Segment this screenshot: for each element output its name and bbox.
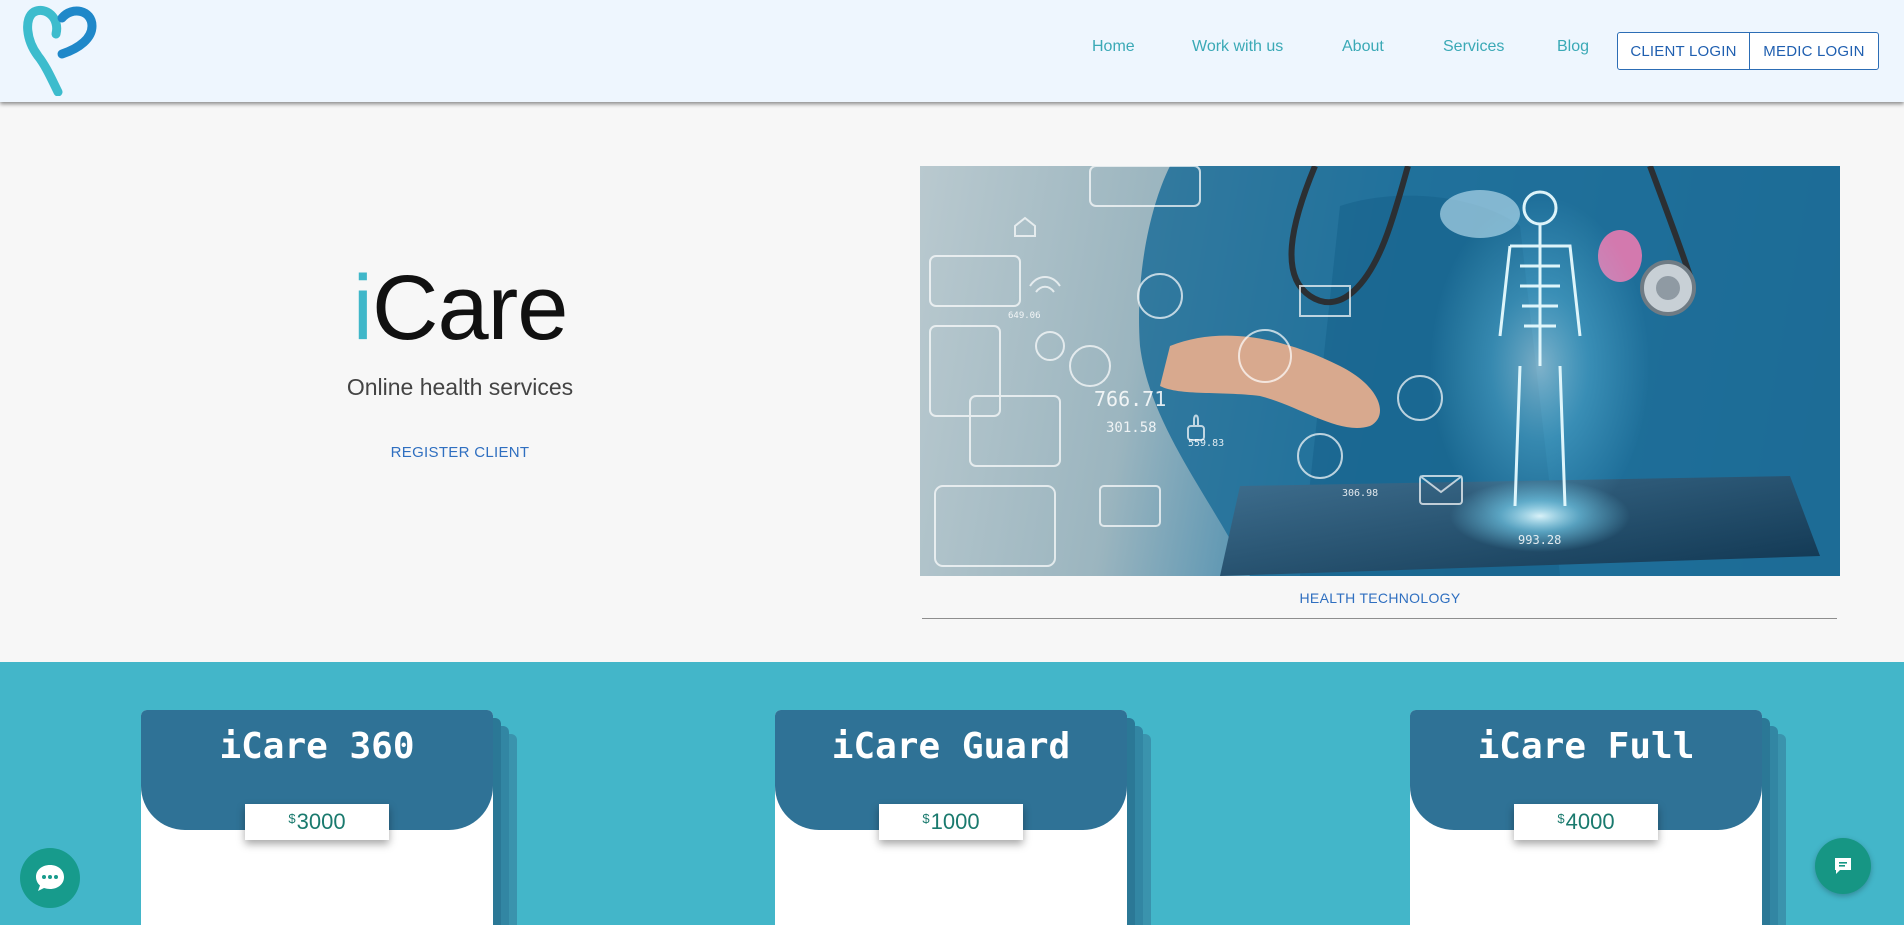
readout-3: 301.58 xyxy=(1106,420,1157,436)
plan-card-icare-full[interactable]: iCare Full $4000 xyxy=(1410,710,1786,925)
readout-2: 766.71 xyxy=(1094,387,1166,411)
medic-login-button[interactable]: MEDIC LOGIN xyxy=(1750,33,1878,69)
heart-logo-icon[interactable] xyxy=(20,4,100,96)
card-face: iCare 360 $3000 xyxy=(141,710,493,925)
register-client-button[interactable]: REGISTER CLIENT xyxy=(360,444,560,461)
readout-6: 993.28 xyxy=(1518,533,1561,547)
plan-price: $3000 xyxy=(245,804,389,840)
message-icon xyxy=(1835,858,1851,874)
hero-image-caption[interactable]: HEALTH TECHNOLOGY xyxy=(920,590,1840,606)
nav-work-with-us[interactable]: Work with us xyxy=(1192,38,1283,56)
price-amount: 4000 xyxy=(1565,809,1615,834)
plan-card-icare-guard[interactable]: iCare Guard $1000 xyxy=(775,710,1151,925)
price-currency: $ xyxy=(1557,810,1565,826)
plan-title: iCare Guard xyxy=(831,726,1071,767)
chat-launcher-left[interactable] xyxy=(20,848,80,908)
nav-about[interactable]: About xyxy=(1342,38,1384,56)
client-login-button[interactable]: CLIENT LOGIN xyxy=(1618,33,1750,69)
readout-4: 559.83 xyxy=(1188,438,1224,449)
plan-price: $4000 xyxy=(1514,804,1658,840)
brand-title-rest: Care xyxy=(372,257,568,359)
price-amount: 3000 xyxy=(296,809,346,834)
price-currency: $ xyxy=(288,810,296,826)
card-face: iCare Full $4000 xyxy=(1410,710,1762,925)
plan-card-icare-360[interactable]: iCare 360 $3000 xyxy=(141,710,517,925)
caption-divider xyxy=(922,618,1837,619)
chat-bubble-icon xyxy=(36,865,64,891)
price-amount: 1000 xyxy=(930,809,980,834)
chat-launcher-right[interactable] xyxy=(1815,838,1871,894)
brand-title-i: i xyxy=(352,257,373,359)
health-technology-image: 649.06 766.71 301.58 559.83 306.98 993.2… xyxy=(920,166,1840,576)
plan-price: $1000 xyxy=(879,804,1023,840)
plan-title: iCare 360 xyxy=(219,726,415,767)
readout-1: 649.06 xyxy=(1008,311,1041,321)
card-face: iCare Guard $1000 xyxy=(775,710,1127,925)
readout-5: 306.98 xyxy=(1342,488,1378,499)
hero-tagline: Online health services xyxy=(346,374,574,400)
nav-services[interactable]: Services xyxy=(1443,38,1504,56)
brand-title: iCare xyxy=(330,262,590,354)
login-button-group: CLIENT LOGIN MEDIC LOGIN xyxy=(1617,32,1879,70)
site-header: Home Work with us About Services Blog CL… xyxy=(0,0,1904,102)
nav-blog[interactable]: Blog xyxy=(1557,38,1589,56)
nav-home[interactable]: Home xyxy=(1092,38,1135,56)
plan-title: iCare Full xyxy=(1477,726,1695,767)
price-currency: $ xyxy=(922,810,930,826)
health-technology-illustration: 649.06 766.71 301.58 559.83 306.98 993.2… xyxy=(929,166,1840,576)
